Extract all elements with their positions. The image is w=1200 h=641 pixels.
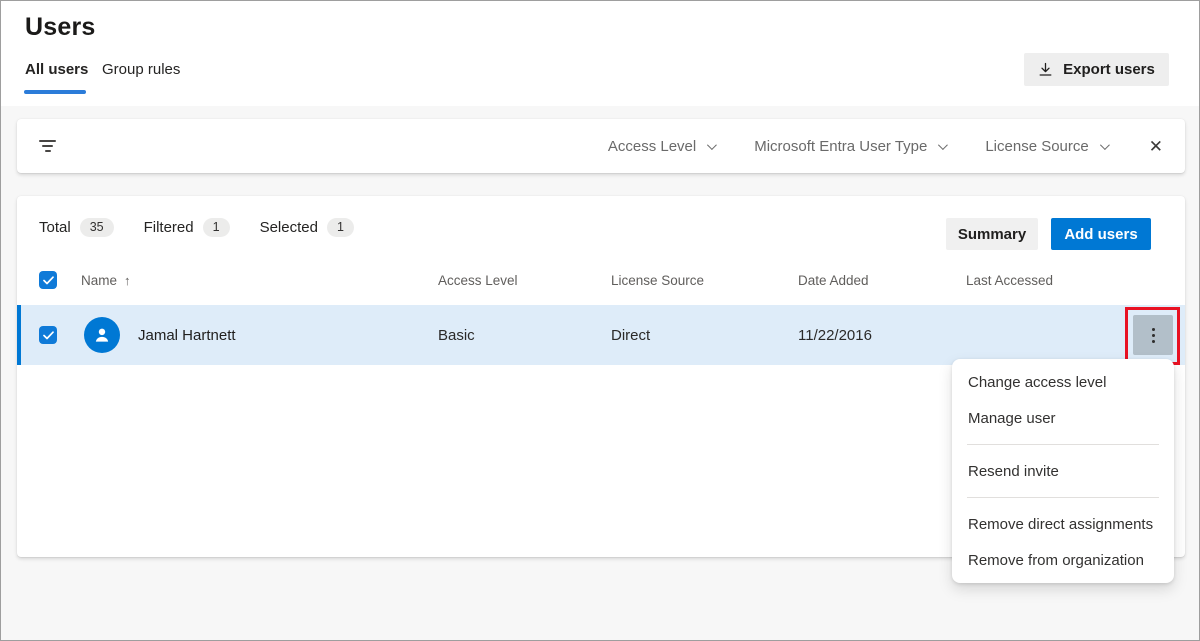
vertical-ellipsis-icon: [1152, 328, 1155, 343]
filter-dropdown-entra-user-type-label: Microsoft Entra User Type: [754, 138, 927, 155]
filter-dropdown-access-level-label: Access Level: [608, 138, 696, 155]
column-header-date-added[interactable]: Date Added: [798, 273, 966, 288]
filter-bar: Access Level Microsoft Entra User Type L…: [17, 119, 1185, 173]
sort-ascending-icon: ↑: [124, 273, 131, 288]
export-users-label: Export users: [1063, 61, 1155, 78]
export-users-button[interactable]: Export users: [1024, 53, 1169, 86]
header-checkbox-cell: [17, 271, 81, 289]
chevron-down-icon: [938, 140, 948, 150]
column-header-name[interactable]: Name↑: [81, 273, 438, 288]
menu-divider: [967, 497, 1159, 498]
user-avatar-icon: [84, 317, 120, 353]
menu-item-remove-from-organization[interactable]: Remove from organization: [952, 542, 1174, 578]
row-checkbox[interactable]: [39, 326, 57, 344]
menu-item-remove-direct-assignments[interactable]: Remove direct assignments: [952, 506, 1174, 542]
stat-total-badge: 35: [80, 218, 114, 237]
stat-filtered: Filtered 1: [144, 218, 230, 237]
tab-group-rules[interactable]: Group rules: [102, 61, 180, 78]
summary-button[interactable]: Summary: [946, 218, 1038, 250]
row-name-cell: Jamal Hartnett: [81, 317, 438, 353]
menu-divider: [967, 444, 1159, 445]
add-users-button[interactable]: Add users: [1051, 218, 1151, 250]
stat-total: Total 35: [39, 218, 114, 237]
row-checkbox-cell: [17, 326, 81, 344]
download-icon: [1038, 62, 1053, 77]
close-filter-bar-icon[interactable]: ✕: [1149, 138, 1163, 155]
filter-dropdown-entra-user-type[interactable]: Microsoft Entra User Type: [754, 138, 945, 155]
stat-selected-badge: 1: [327, 218, 354, 237]
filter-icon[interactable]: [39, 140, 56, 152]
chevron-down-icon: [707, 140, 717, 150]
row-license-source: Direct: [611, 327, 798, 344]
filter-dropdown-license-source[interactable]: License Source: [985, 138, 1106, 155]
users-admin-page: Users All users Group rules Export users…: [0, 0, 1200, 641]
select-all-checkbox[interactable]: [39, 271, 57, 289]
row-user-name: Jamal Hartnett: [138, 327, 236, 344]
active-tab-underline: [24, 90, 86, 94]
chevron-down-icon: [1100, 140, 1110, 150]
stat-total-label: Total: [39, 219, 71, 236]
row-date-added: 11/22/2016: [798, 327, 966, 344]
column-header-access-level[interactable]: Access Level: [438, 273, 611, 288]
menu-item-change-access-level[interactable]: Change access level: [952, 364, 1174, 400]
row-access-level: Basic: [438, 327, 611, 344]
stat-filtered-label: Filtered: [144, 219, 194, 236]
table-header-row: Name↑ Access Level License Source Date A…: [17, 263, 1185, 297]
stats-row: Total 35 Filtered 1 Selected 1: [39, 218, 354, 237]
row-more-cell: [966, 315, 1185, 355]
more-options-button[interactable]: [1133, 315, 1173, 355]
stat-filtered-badge: 1: [203, 218, 230, 237]
stat-selected-label: Selected: [260, 219, 318, 236]
filter-dropdown-license-source-label: License Source: [985, 138, 1088, 155]
row-context-menu: Change access level Manage user Resend i…: [952, 359, 1174, 583]
stat-selected: Selected 1: [260, 218, 354, 237]
filter-dropdown-access-level[interactable]: Access Level: [608, 138, 714, 155]
menu-item-resend-invite[interactable]: Resend invite: [952, 453, 1174, 489]
column-header-last-accessed[interactable]: Last Accessed: [966, 273, 1185, 288]
table-row-jamal-hartnett[interactable]: Jamal Hartnett Basic Direct 11/22/2016: [17, 305, 1185, 365]
tab-all-users[interactable]: All users: [25, 61, 88, 78]
page-title: Users: [25, 13, 96, 42]
menu-item-manage-user[interactable]: Manage user: [952, 400, 1174, 436]
column-header-license-source[interactable]: License Source: [611, 273, 798, 288]
